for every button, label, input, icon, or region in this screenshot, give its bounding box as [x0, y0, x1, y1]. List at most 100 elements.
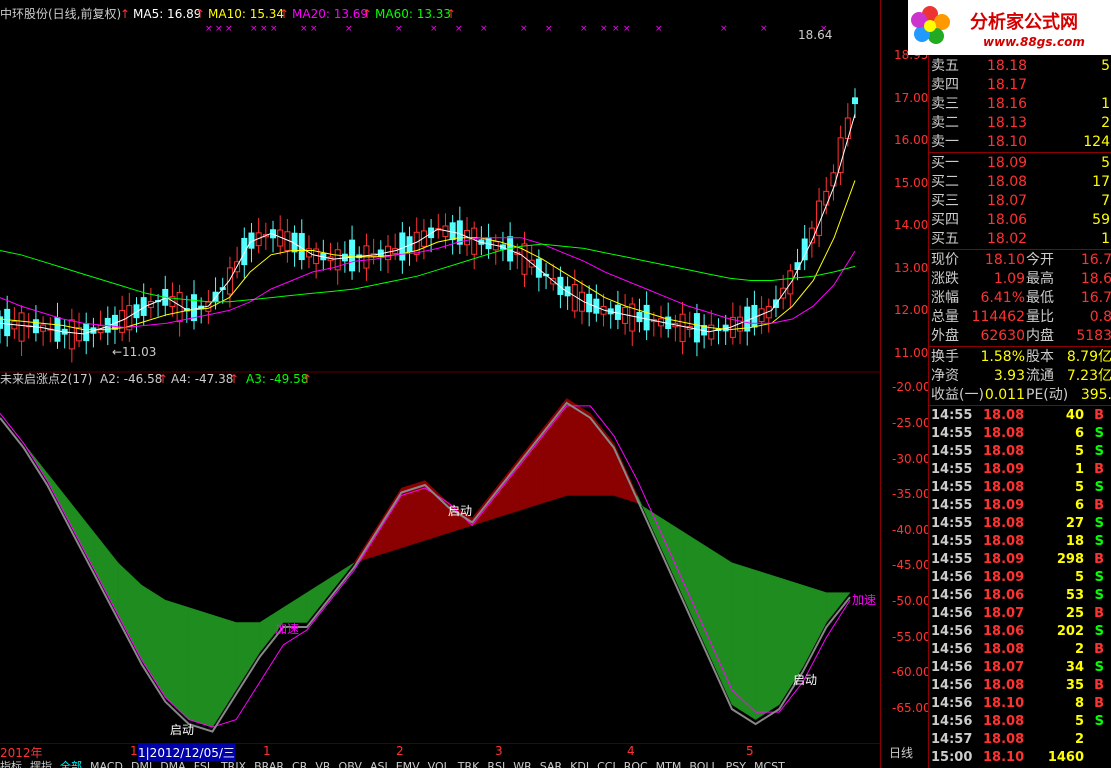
- indicator-tab[interactable]: OBV: [339, 760, 362, 768]
- indicator-tab[interactable]: BOLL: [689, 760, 717, 768]
- trade-row: 14:55 18.09 6 B: [929, 497, 1111, 515]
- indicator-tab[interactable]: RSI: [487, 760, 505, 768]
- price-tick: 16.00: [894, 133, 929, 147]
- stats-label: 股本: [1026, 349, 1054, 365]
- indicator-fill: [542, 397, 567, 504]
- trade-vol: 6: [1074, 426, 1084, 441]
- candle-body: [787, 270, 794, 295]
- indicator-tab[interactable]: VR: [315, 760, 330, 768]
- trade-price: 18.06: [983, 588, 1025, 603]
- trade-side: B: [1094, 606, 1104, 621]
- order-price: 18.02: [987, 231, 1028, 247]
- indicator-fill: [94, 532, 119, 616]
- trade-vol: 5: [1074, 480, 1084, 495]
- price-tick: 11.00: [894, 346, 929, 360]
- candle-body: [18, 312, 25, 342]
- indicator-tab[interactable]: CR: [292, 760, 307, 768]
- arrow-up-icon: ↑: [120, 7, 131, 21]
- stats-row: 净资 3.93 流通 7.23亿: [929, 367, 1111, 385]
- quote-row: 涨跌 1.09 最高 18.6: [929, 270, 1111, 288]
- indicator-tab[interactable]: MTM: [656, 760, 682, 768]
- trade-vol: 2: [1074, 642, 1084, 657]
- trade-time: 14:56: [931, 606, 973, 621]
- trade-price: 18.08: [983, 714, 1025, 729]
- trade-price: 18.08: [983, 534, 1025, 549]
- indicator-area: [0, 397, 851, 728]
- trade-time: 14:56: [931, 714, 973, 729]
- indicator-tab[interactable]: 指标: [0, 760, 22, 768]
- trade-row: 15:00 18.10 1460: [929, 749, 1111, 767]
- quote-label: 最低: [1026, 290, 1054, 306]
- order-sell-row: 卖二 18.13 2: [929, 114, 1111, 132]
- trade-side: S: [1094, 660, 1104, 675]
- logo-url[interactable]: www.88gs.com: [983, 35, 1085, 49]
- stats-value: 8.79亿: [1066, 349, 1111, 365]
- indicator-tab-bar: 指标 摆指 全部 MACD DMI DMA FSL TRIX BRAR CR VR OBV ASI EMV…: [0, 760, 928, 768]
- trade-time: 14:56: [931, 588, 973, 603]
- indicator-tab[interactable]: DMA: [160, 760, 186, 768]
- order-label: 卖五: [931, 58, 959, 74]
- order-vol: 17: [1092, 174, 1110, 190]
- logo-title: 分析家公式网: [970, 12, 1078, 33]
- signal-x-icon: ×: [345, 24, 353, 34]
- order-buy-row: 买二 18.08 17: [929, 173, 1111, 191]
- ind-tick: -45.00: [892, 558, 931, 572]
- price-tick: 14.00: [894, 218, 929, 232]
- indicator-fill: [353, 524, 379, 564]
- trade-side: B: [1094, 498, 1104, 513]
- order-price: 18.10: [987, 134, 1028, 150]
- indicator-tab[interactable]: MACD: [90, 760, 123, 768]
- indicator-tab[interactable]: WR: [513, 760, 532, 768]
- ma60-label: MA60: 13.33: [375, 7, 452, 21]
- stats-value: 3.93: [993, 368, 1025, 384]
- indicator-tab[interactable]: CCI: [597, 760, 616, 768]
- divider: [929, 152, 1111, 153]
- trade-time: 14:55: [931, 552, 973, 567]
- indicator-tab[interactable]: ROC: [624, 760, 648, 768]
- price-tick: 12.00: [894, 303, 929, 317]
- trade-vol: 1460: [1047, 750, 1084, 765]
- quote-row: 外盘 62630 内盘 5183: [929, 327, 1111, 345]
- indicator-fill: [802, 584, 827, 668]
- trade-side: S: [1094, 624, 1104, 639]
- quote-value: 6.41%: [980, 290, 1025, 306]
- candle-body: [226, 267, 233, 295]
- quote-row: 现价 18.10 今开 16.7: [929, 251, 1111, 269]
- indicator-tab[interactable]: KDJ: [570, 760, 589, 768]
- indicator-tab[interactable]: PSY: [726, 760, 746, 768]
- stats-label: 净资: [931, 368, 959, 384]
- candle-body: [679, 313, 686, 343]
- indicator-tab[interactable]: ASI: [370, 760, 388, 768]
- indicator-fill: [283, 592, 308, 623]
- signal-x-icon: ×: [623, 24, 631, 34]
- indicator-tab[interactable]: SAR: [540, 760, 562, 768]
- indicator-tab[interactable]: MCST: [754, 760, 785, 768]
- indicator-tab[interactable]: FSL: [194, 760, 213, 768]
- quote-row: 涨幅 6.41% 最低 16.7: [929, 289, 1111, 307]
- trade-vol: 35: [1065, 678, 1084, 693]
- indicator-tab[interactable]: TRK: [458, 760, 480, 768]
- trade-price: 18.09: [983, 552, 1025, 567]
- trade-side: S: [1094, 426, 1104, 441]
- indicator-tab[interactable]: TRIX: [221, 760, 246, 768]
- trade-price: 18.09: [983, 462, 1025, 477]
- quote-value: 5183: [1076, 328, 1111, 344]
- indicator-tab[interactable]: VOL: [428, 760, 450, 768]
- period-label[interactable]: 日线: [889, 744, 913, 761]
- indicator-tab[interactable]: BRAR: [254, 760, 284, 768]
- indicator-tab[interactable]: 全部: [60, 760, 82, 768]
- stats-value: 395.: [1080, 387, 1111, 403]
- trade-time: 14:56: [931, 696, 973, 711]
- quote-value: 18.10: [984, 252, 1025, 268]
- indicator-fill: [117, 562, 142, 660]
- trade-side: B: [1094, 642, 1104, 657]
- signal-x-icon: ×: [250, 24, 258, 34]
- trade-side: B: [1094, 552, 1104, 567]
- indicator-tab[interactable]: DMI: [131, 760, 152, 768]
- trade-time: 14:55: [931, 516, 973, 531]
- indicator-tab[interactable]: 摆指: [30, 760, 52, 768]
- trade-side: S: [1094, 588, 1104, 603]
- stats-label: 收益(一): [931, 387, 984, 403]
- trade-row: 14:56 18.10 8 B: [929, 695, 1111, 713]
- indicator-tab[interactable]: EMV: [396, 760, 420, 768]
